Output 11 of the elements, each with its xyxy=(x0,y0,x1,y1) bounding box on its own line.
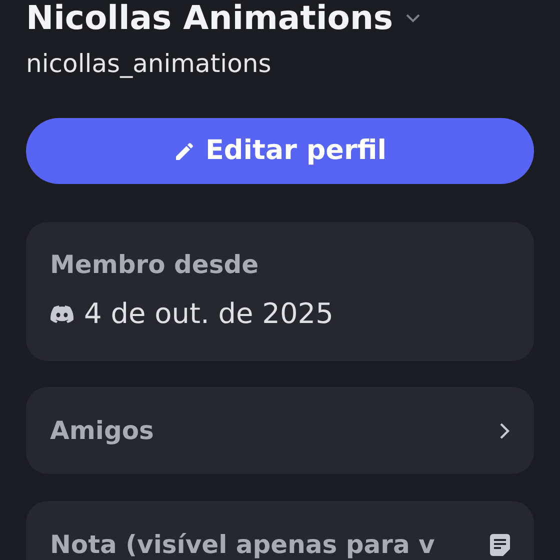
member-since-date: 4 de out. de 2025 xyxy=(84,296,334,332)
note-icon xyxy=(490,534,510,556)
username: nicollas_animations xyxy=(26,48,272,80)
friends-row[interactable]: Amigos xyxy=(26,387,534,474)
edit-profile-button[interactable]: Editar perfil xyxy=(26,118,534,184)
gamepad-icon xyxy=(50,305,74,323)
note-row[interactable]: Nota (visível apenas para v xyxy=(26,501,534,560)
chevron-down-icon[interactable] xyxy=(405,13,422,23)
chevron-right-icon xyxy=(498,422,510,440)
member-since-label: Membro desde xyxy=(50,249,259,281)
display-name: Nicollas Animations xyxy=(26,0,394,39)
